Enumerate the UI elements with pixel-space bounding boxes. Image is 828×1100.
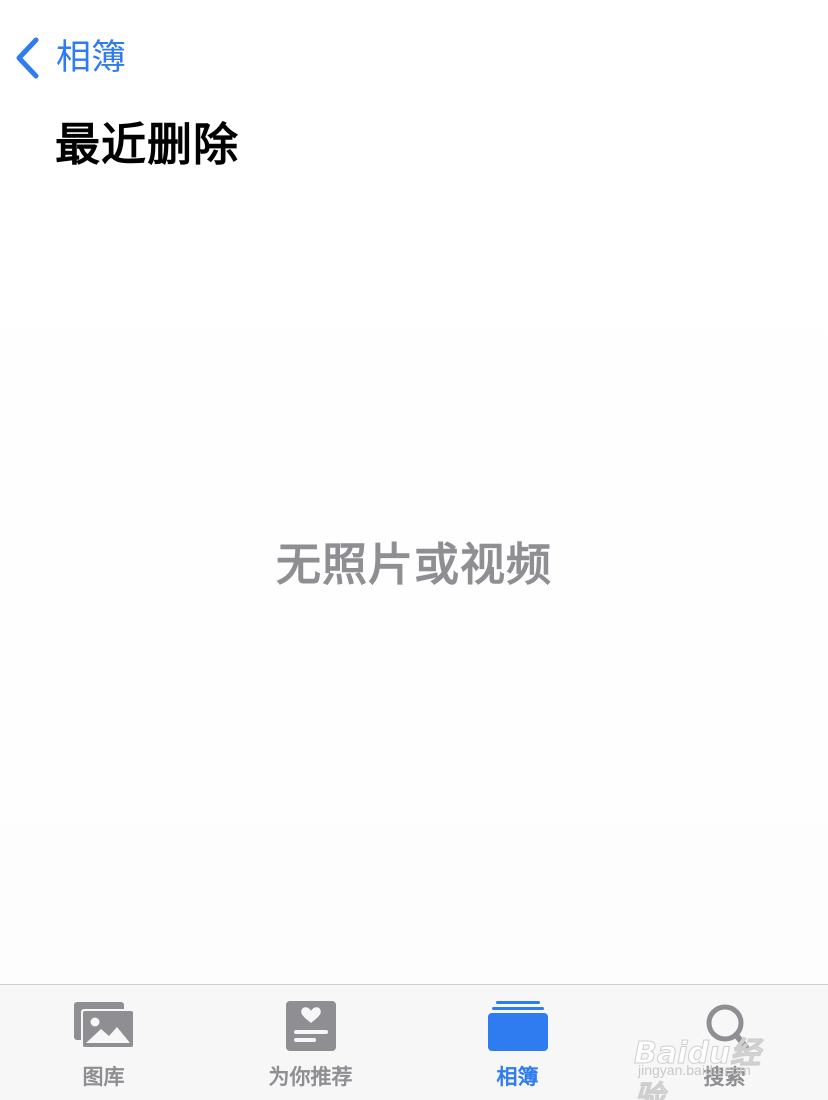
albums-icon bbox=[485, 999, 551, 1055]
back-button[interactable]: 相簿 bbox=[14, 32, 126, 84]
back-button-label: 相簿 bbox=[56, 38, 127, 78]
for-you-icon bbox=[278, 999, 344, 1055]
tab-search[interactable]: 搜索 bbox=[621, 985, 828, 1100]
tab-albums-label: 相簿 bbox=[496, 1065, 539, 1089]
tab-for-you[interactable]: 为你推荐 bbox=[207, 985, 414, 1100]
navigation-bar: 相簿 bbox=[0, 0, 828, 100]
tab-bar: 图库 为你推荐 相簿 搜索 bbox=[0, 984, 828, 1100]
photo-library-icon bbox=[71, 999, 137, 1055]
search-icon bbox=[692, 999, 758, 1055]
screen: 相簿 最近删除 无照片或视频 图库 为你推荐 相簿 搜索 Baidu经验 jin… bbox=[0, 0, 828, 1100]
tab-search-label: 搜索 bbox=[703, 1065, 746, 1089]
tab-albums[interactable]: 相簿 bbox=[414, 985, 621, 1100]
tab-for-you-label: 为你推荐 bbox=[268, 1065, 353, 1089]
tab-library[interactable]: 图库 bbox=[0, 985, 207, 1100]
tab-library-label: 图库 bbox=[82, 1065, 125, 1089]
chevron-left-icon bbox=[14, 36, 40, 80]
page-title: 最近删除 bbox=[55, 118, 240, 171]
empty-state-message: 无照片或视频 bbox=[275, 538, 552, 591]
